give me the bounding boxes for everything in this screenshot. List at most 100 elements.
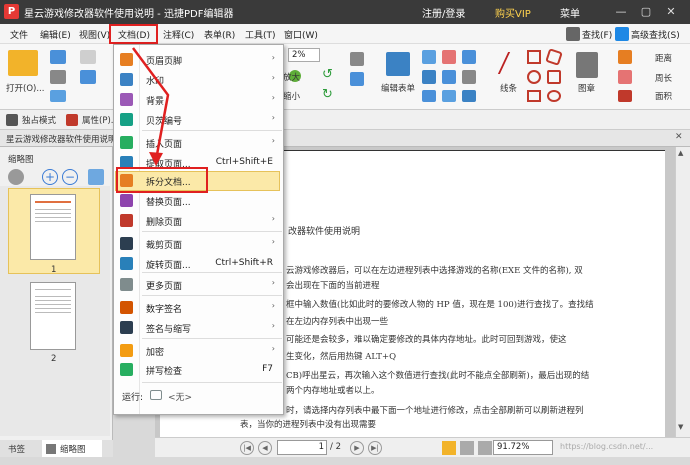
menu-item[interactable]: 贝茨编号 ›: [114, 110, 283, 129]
menu-separator: [142, 130, 282, 131]
menu-item[interactable]: 更多页面 ›: [114, 275, 283, 294]
thumbnail-page[interactable]: [30, 194, 76, 260]
line-button[interactable]: 线条: [500, 82, 517, 94]
rotate-right-icon[interactable]: ↻: [322, 88, 336, 102]
menu-view[interactable]: 视图(V): [79, 28, 110, 41]
scroll-down-icon[interactable]: ▼: [678, 423, 688, 433]
menu-item[interactable]: 裁剪页面 ›: [114, 234, 283, 253]
menu-item[interactable]: 拼写检查 F7: [114, 360, 283, 379]
zoom-minus-icon[interactable]: −: [62, 169, 78, 185]
advanced-find-button[interactable]: 高级查找(S): [631, 28, 680, 41]
open-button[interactable]: 打开(O)...: [6, 82, 44, 94]
scroll-up-icon[interactable]: ▲: [678, 149, 688, 159]
menu-item[interactable]: 运行: <无>: [114, 386, 283, 405]
first-page-icon[interactable]: |◀: [240, 441, 254, 455]
form-icon-h[interactable]: [442, 90, 456, 102]
page-total: / 2: [330, 442, 341, 452]
menu-item[interactable]: 页眉页脚 ›: [114, 50, 283, 69]
last-page-icon[interactable]: ▶|: [368, 441, 382, 455]
menu-item[interactable]: 插入页面 ›: [114, 133, 283, 152]
close-icon[interactable]: ✕: [662, 3, 680, 21]
tab-bookmarks[interactable]: 书签: [8, 443, 25, 455]
form-icon-a[interactable]: [422, 50, 436, 64]
shape-polygon-icon[interactable]: [547, 70, 561, 84]
shape-ellipse-icon[interactable]: [547, 90, 561, 102]
open-folder-icon[interactable]: [8, 50, 38, 76]
menu-item[interactable]: 替换页面...: [114, 191, 283, 210]
tab-thumbnails[interactable]: 缩略图: [60, 443, 86, 455]
tool-icon-a[interactable]: [80, 50, 96, 64]
menu-item-icon: [120, 257, 133, 270]
edit-form-icon[interactable]: [386, 52, 410, 76]
form-icon-c[interactable]: [462, 50, 476, 64]
menu-form[interactable]: 表单(R): [204, 28, 235, 41]
distance-button[interactable]: 距离: [655, 52, 672, 64]
continuous-view-icon[interactable]: [460, 441, 474, 455]
menu-item[interactable]: 删除页面 ›: [114, 211, 283, 230]
distance-icon[interactable]: [618, 50, 632, 64]
zoom-in-label[interactable]: 放大: [283, 71, 300, 83]
perimeter-button[interactable]: 周长: [655, 72, 672, 84]
form-icon-b[interactable]: [442, 50, 456, 64]
menu-item[interactable]: 签名与缩写 ›: [114, 318, 283, 337]
rotate-thumb-icon[interactable]: [88, 169, 104, 185]
facing-view-icon[interactable]: [478, 441, 492, 455]
menu-item[interactable]: 背景 ›: [114, 90, 283, 109]
stamp-icon[interactable]: [576, 52, 598, 78]
zoom-out-label[interactable]: 缩小: [283, 90, 300, 102]
tool-icon-b[interactable]: [80, 70, 96, 84]
minimize-icon[interactable]: —: [612, 3, 630, 21]
shape-rect-icon[interactable]: [527, 90, 541, 102]
perimeter-icon[interactable]: [618, 70, 632, 84]
zoom-plus-icon[interactable]: +: [42, 169, 58, 185]
page-input[interactable]: 1: [277, 440, 327, 455]
print-icon[interactable]: [50, 70, 66, 84]
form-icon-i[interactable]: [462, 90, 476, 102]
next-page-icon[interactable]: ▶: [350, 441, 364, 455]
tool-icon-d[interactable]: [350, 72, 364, 86]
document-tab[interactable]: 星云游戏修改器软件使用说明: [6, 133, 117, 145]
menu-item-label: 更多页面: [146, 282, 183, 292]
stamp-button[interactable]: 图章: [578, 82, 595, 94]
thumbnail-tab-icon: [46, 444, 56, 454]
vertical-scrollbar[interactable]: ▲ ▼: [675, 147, 690, 437]
maximize-icon[interactable]: ▢: [637, 3, 655, 21]
single-page-view-icon[interactable]: [442, 441, 456, 455]
rotate-left-icon[interactable]: ↺: [322, 68, 336, 82]
menu-window[interactable]: 窗口(W): [284, 28, 318, 41]
main-menu-button[interactable]: 菜单: [560, 5, 580, 20]
email-icon[interactable]: [50, 90, 66, 102]
line-icon[interactable]: [497, 52, 527, 74]
exclusive-mode-button[interactable]: 独占模式: [22, 114, 56, 126]
menu-edit[interactable]: 编辑(E): [40, 28, 71, 41]
thumbnail-page[interactable]: [30, 282, 76, 350]
shape-circle-icon[interactable]: [527, 70, 541, 84]
form-icon-g[interactable]: [422, 90, 436, 102]
area-button[interactable]: 面积: [655, 90, 672, 102]
login-button[interactable]: 注册/登录: [422, 5, 465, 20]
area-icon[interactable]: [618, 90, 632, 102]
shape-pentagon-icon[interactable]: [545, 48, 563, 66]
tool-icon-c[interactable]: [350, 52, 364, 66]
menu-item[interactable]: 旋转页面... Ctrl+Shift+R: [114, 254, 283, 273]
form-icon-e[interactable]: [442, 70, 456, 84]
form-icon-d[interactable]: [422, 70, 436, 84]
menu-tools[interactable]: 工具(T): [245, 28, 276, 41]
form-icon-f[interactable]: [462, 70, 476, 84]
edit-form-button[interactable]: 编辑表单: [381, 82, 415, 94]
buy-vip-button[interactable]: 购买VIP: [495, 5, 531, 20]
menu-item[interactable]: 水印 ›: [114, 70, 283, 89]
close-tab-icon[interactable]: ✕: [675, 132, 683, 142]
menu-comment[interactable]: 注释(C): [163, 28, 194, 41]
prev-page-icon[interactable]: ◀: [258, 441, 272, 455]
menu-item[interactable]: 数字签名 ›: [114, 298, 283, 317]
shape-square-icon[interactable]: [527, 50, 541, 64]
menu-file[interactable]: 文件: [10, 28, 28, 41]
menu-item[interactable]: 加密 ›: [114, 341, 283, 360]
run-value[interactable]: <无>: [168, 390, 192, 403]
zoom-status-input[interactable]: 91.72%: [493, 440, 553, 455]
zoom-input[interactable]: 2%: [288, 48, 320, 62]
find-button[interactable]: 查找(F): [582, 28, 612, 41]
gear-icon[interactable]: [8, 169, 24, 185]
save-icon[interactable]: [50, 50, 66, 64]
